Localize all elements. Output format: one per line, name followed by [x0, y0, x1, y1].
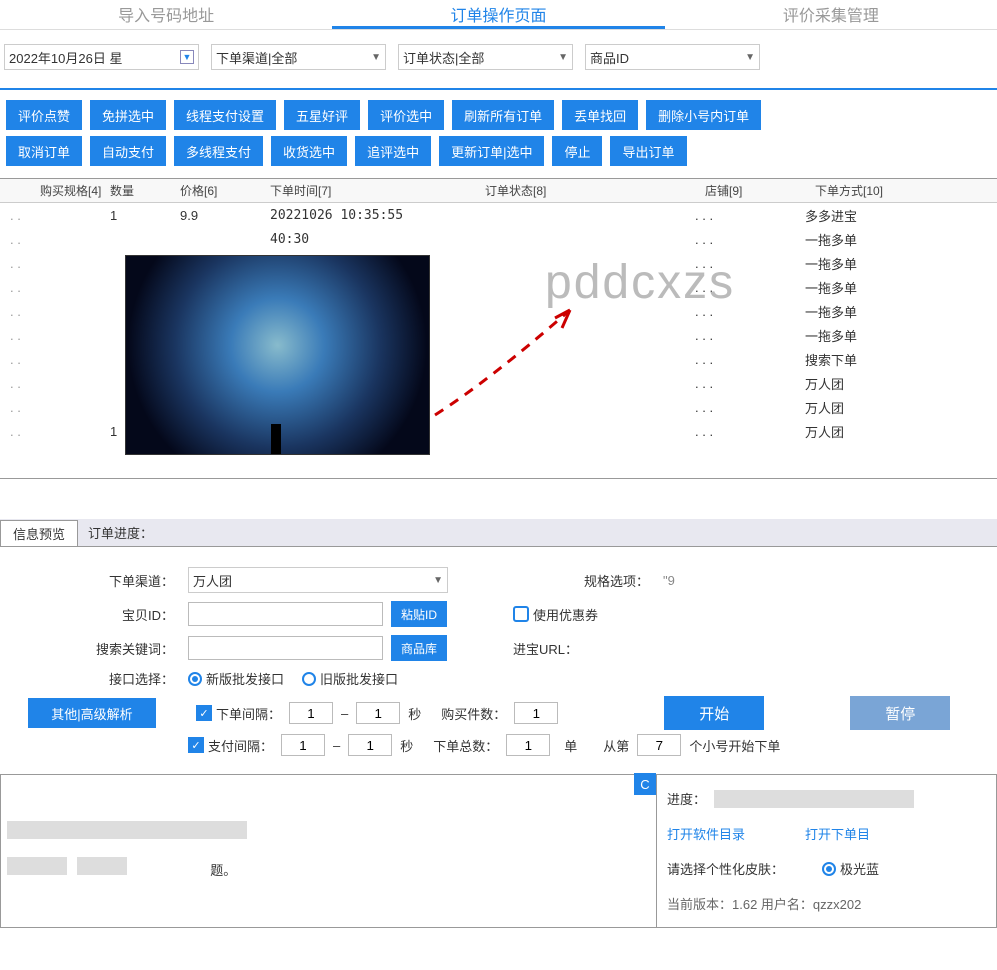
action-btn-r1-4[interactable]: 评价选中 [368, 100, 444, 130]
api-new-radio[interactable]: 新版批发接口 [188, 669, 284, 688]
order-form: 下单渠道： 万人团 ▼ 规格选项： "9 宝贝ID： 粘贴ID 使用优惠券 搜索… [0, 547, 997, 766]
table-header: 购买规格[4] 数量 价格[6] 下单时间[7] 订单状态[8] 店铺[9] 下… [0, 179, 997, 203]
order-progress-label: 订单进度： [88, 523, 153, 542]
tab-import[interactable]: 导入号码地址 [0, 0, 332, 29]
keyword-input[interactable] [188, 636, 383, 660]
action-btn-r1-1[interactable]: 免拼选中 [90, 100, 166, 130]
action-btn-r1-6[interactable]: 丢单找回 [562, 100, 638, 130]
buycount-label: 购买件数： [441, 704, 506, 723]
checkbox-checked-icon: ✓ [188, 737, 204, 753]
filter-bar: 2022年10月26日 星 ▼ 下单渠道|全部 ▼ 订单状态|全部 ▼ 商品ID… [0, 30, 997, 90]
tab-info-preview[interactable]: 信息预览 [0, 520, 78, 546]
from-account-input[interactable] [637, 734, 681, 756]
action-btn-r2-5[interactable]: 更新订单|选中 [439, 136, 544, 166]
col-price[interactable]: 价格[6] [180, 182, 270, 199]
buycount-input[interactable] [514, 702, 558, 724]
bottom-panels: C 题。 进度： 打开软件目录 打开下单目 请选择个性化皮肤： 极光蓝 当前版本… [0, 774, 997, 928]
itemid-input[interactable] [188, 602, 383, 626]
date-picker[interactable]: 2022年10月26日 星 ▼ [4, 44, 199, 70]
order-int-max[interactable] [356, 702, 400, 724]
action-btn-r2-7[interactable]: 导出订单 [610, 136, 686, 166]
use-coupon-checkbox[interactable]: 使用优惠券 [513, 605, 598, 624]
action-btn-r1-2[interactable]: 线程支付设置 [174, 100, 276, 130]
form-channel-select[interactable]: 万人团 ▼ [188, 567, 448, 593]
pause-button[interactable]: 暂停 [850, 696, 950, 730]
table-row[interactable]: . .19.920221026 10:35:55. . .多多进宝 [0, 203, 997, 227]
action-btn-r2-6[interactable]: 停止 [552, 136, 602, 166]
table-row[interactable]: . . 40:30. . .一拖多单 [0, 227, 997, 251]
spec-hint: "9 [663, 573, 675, 588]
top-tabs: 导入号码地址 订单操作页面 评价采集管理 [0, 0, 997, 30]
col-shop[interactable]: 店铺[9] [695, 182, 805, 199]
action-btn-r2-1[interactable]: 自动支付 [90, 136, 166, 166]
channel-label: 下单渠道： [10, 571, 180, 590]
productid-select[interactable]: 商品ID ▼ [585, 44, 760, 70]
action-buttons: 评价点赞免拼选中线程支付设置五星好评评价选中刷新所有订单丢单找回删除小号内订单 … [0, 90, 997, 179]
chevron-down-icon: ▼ [371, 52, 381, 63]
totalcount-input[interactable] [506, 734, 550, 756]
chevron-down-icon: ▼ [180, 50, 194, 64]
api-label: 接口选择： [10, 669, 180, 688]
channel-select[interactable]: 下单渠道|全部 ▼ [211, 44, 386, 70]
other-parse-button[interactable]: 其他|高级解析 [28, 698, 156, 728]
info-tabs-bar: 信息预览 订单进度： [0, 519, 997, 547]
itemid-label: 宝贝ID： [10, 605, 180, 624]
version-line: 当前版本：1.62 用户名：qzzx202 [667, 894, 986, 913]
action-btn-r1-3[interactable]: 五星好评 [284, 100, 360, 130]
action-btn-r1-7[interactable]: 删除小号内订单 [646, 100, 761, 130]
col-method[interactable]: 下单方式[10] [805, 182, 945, 199]
tab-order-ops[interactable]: 订单操作页面 [332, 0, 664, 29]
radio-icon [822, 862, 836, 876]
paste-id-button[interactable]: 粘贴ID [391, 601, 447, 627]
action-btn-r2-2[interactable]: 多线程支付 [174, 136, 263, 166]
api-old-radio[interactable]: 旧版批发接口 [302, 669, 398, 688]
checkbox-checked-icon: ✓ [196, 705, 212, 721]
col-qty[interactable]: 数量 [110, 182, 180, 199]
tab-review-mgmt[interactable]: 评价采集管理 [665, 0, 997, 29]
log-panel: C 题。 [0, 774, 657, 928]
spec-label: 规格选项： [584, 571, 655, 590]
side-panel: 进度： 打开软件目录 打开下单目 请选择个性化皮肤： 极光蓝 当前版本：1.62… [657, 774, 997, 928]
col-status[interactable]: 订单状态[8] [465, 182, 695, 199]
pay-int-min[interactable] [281, 734, 325, 756]
order-interval-check[interactable]: ✓ 下单间隔： [196, 704, 281, 723]
action-btn-r2-4[interactable]: 追评选中 [355, 136, 431, 166]
pay-interval-check[interactable]: ✓ 支付间隔： [188, 736, 273, 755]
open-order-dir-link[interactable]: 打开下单目 [805, 824, 870, 843]
skin-label: 请选择个性化皮肤： [667, 859, 784, 878]
chevron-down-icon: ▼ [433, 575, 443, 586]
progress-label: 进度： [667, 789, 706, 808]
col-time[interactable]: 下单时间[7] [270, 182, 465, 199]
status-select[interactable]: 订单状态|全部 ▼ [398, 44, 573, 70]
earth-overlay-image [125, 255, 430, 455]
radio-icon [302, 672, 316, 686]
start-button[interactable]: 开始 [664, 696, 764, 730]
action-btn-r1-5[interactable]: 刷新所有订单 [452, 100, 554, 130]
skin-option-radio[interactable]: 极光蓝 [822, 859, 879, 878]
product-lib-button[interactable]: 商品库 [391, 635, 447, 661]
open-soft-dir-link[interactable]: 打开软件目录 [667, 824, 745, 843]
order-int-min[interactable] [289, 702, 333, 724]
action-btn-r1-0[interactable]: 评价点赞 [6, 100, 82, 130]
pay-int-max[interactable] [348, 734, 392, 756]
date-value: 2022年10月26日 星 [9, 48, 122, 67]
chevron-down-icon: ▼ [558, 52, 568, 63]
col-spec[interactable]: 购买规格[4] [0, 182, 110, 199]
totalcount-label: 下单总数： [433, 736, 498, 755]
jinbao-label: 进宝URL： [513, 639, 584, 658]
c-button[interactable]: C [634, 773, 656, 795]
action-btn-r2-3[interactable]: 收货选中 [271, 136, 347, 166]
keyword-label: 搜索关键词： [10, 639, 180, 658]
radio-icon [188, 672, 202, 686]
chevron-down-icon: ▼ [745, 52, 755, 63]
checkbox-icon [513, 606, 529, 622]
action-btn-r2-0[interactable]: 取消订单 [6, 136, 82, 166]
